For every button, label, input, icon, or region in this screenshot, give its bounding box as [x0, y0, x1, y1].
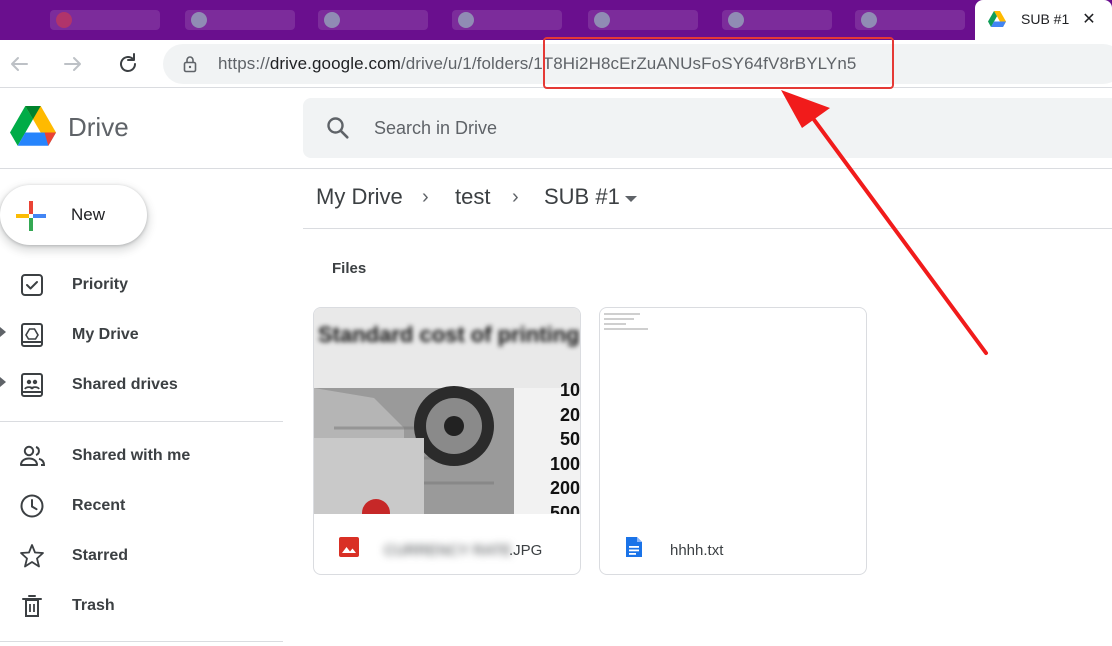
close-tab-icon[interactable]: ✕: [1078, 9, 1100, 31]
shared-with-me-icon: [20, 445, 46, 466]
thumbnail-heading: Standard cost of printing ca: [318, 322, 580, 347]
sidebar-item-label: Priority: [72, 276, 129, 293]
sidebar-item-label: Recent: [72, 497, 126, 514]
file-card-text[interactable]: hhhh.txt: [599, 307, 867, 575]
sidebar-item-shared-drives[interactable]: Shared drives: [0, 362, 283, 406]
forward-arrow-icon[interactable]: [59, 50, 87, 78]
browser-tab-blurred[interactable]: [452, 10, 562, 30]
new-button[interactable]: New: [0, 185, 147, 245]
expand-caret-icon[interactable]: [0, 327, 6, 337]
chevron-right-icon: ›: [512, 186, 519, 208]
search-input[interactable]: Search in Drive: [374, 118, 497, 139]
sidebar-divider: [0, 421, 283, 422]
breadcrumb-test[interactable]: test: [455, 184, 490, 210]
thumbnail-value: 200: [549, 478, 580, 498]
browser-tab-blurred[interactable]: [185, 10, 295, 30]
sidebar-item-label: Shared drives: [72, 376, 178, 393]
thumbnail-value: 20: [559, 404, 580, 425]
screen: SUB #1 ✕ https://drive.google.com/drive/…: [0, 0, 1112, 646]
thumbnail-value: 100: [549, 453, 580, 474]
sidebar-item-label: Starred: [72, 547, 129, 564]
drive-header: Drive Search in Drive: [0, 88, 1112, 169]
text-preview: [604, 313, 664, 333]
sidebar-divider: [0, 641, 283, 642]
app-name: Drive: [68, 112, 129, 142]
browser-tab-blurred[interactable]: [722, 10, 832, 30]
tab-title: SUB #1: [1021, 11, 1070, 27]
tab-favicon-icon: [728, 12, 744, 28]
breadcrumb-current-folder[interactable]: SUB #1: [544, 184, 620, 210]
thumbnail-value: 500: [549, 502, 580, 515]
url-path: /drive/u/1/folders/: [400, 54, 534, 73]
url-scheme: https://: [218, 54, 270, 73]
sidebar-item-shared-with-me[interactable]: Shared with me: [0, 433, 283, 477]
clock-icon: [20, 494, 44, 518]
browser-tab-blurred[interactable]: [318, 10, 428, 30]
google-drive-logo-icon[interactable]: [10, 106, 56, 148]
browser-tab-strip: SUB #1 ✕: [0, 0, 1112, 40]
sidebar-item-label: My Drive: [72, 326, 139, 343]
back-arrow-icon[interactable]: [5, 50, 33, 78]
browser-tab-blurred[interactable]: [855, 10, 965, 30]
file-card-footer: hhhh.txt: [600, 514, 866, 574]
google-drive-favicon-icon: [988, 11, 1006, 27]
file-thumbnail: [600, 308, 866, 514]
star-icon: [20, 544, 44, 568]
sidebar-item-label: Trash: [72, 597, 115, 614]
tab-favicon-icon: [56, 12, 72, 28]
search-bar[interactable]: Search in Drive: [303, 98, 1112, 158]
caret-down-icon[interactable]: [625, 196, 637, 202]
file-name[interactable]: hhhh.txt: [670, 542, 723, 559]
sidebar-item-my-drive[interactable]: My Drive: [0, 312, 283, 356]
file-name[interactable]: .JPG: [509, 542, 542, 559]
search-icon[interactable]: [325, 115, 351, 141]
breadcrumb-my-drive[interactable]: My Drive: [316, 184, 403, 210]
document-file-icon: [626, 537, 642, 557]
tab-favicon-icon: [191, 12, 207, 28]
thumbnail-value-list: 10 20 50 100 200 500: [512, 378, 580, 514]
reload-icon[interactable]: [114, 50, 142, 78]
file-card-image[interactable]: Standard cost of printing ca 10 20 50 10…: [313, 307, 581, 575]
browser-tab-active[interactable]: SUB #1 ✕: [975, 0, 1112, 40]
tab-favicon-icon: [861, 12, 877, 28]
priority-icon: [21, 274, 43, 296]
files-section-label: Files: [332, 260, 367, 277]
plus-icon: [16, 201, 46, 231]
my-drive-icon: [21, 323, 43, 347]
expand-caret-icon[interactable]: [0, 377, 6, 387]
sidebar-item-starred[interactable]: Starred: [0, 533, 283, 577]
tab-favicon-icon: [594, 12, 610, 28]
sidebar-item-priority[interactable]: Priority: [0, 262, 283, 306]
url-host: drive.google.com: [269, 54, 401, 73]
file-name-blurred: CURRENCY RATE: [384, 542, 512, 559]
file-thumbnail: Standard cost of printing ca 10 20 50 10…: [314, 308, 580, 514]
main-divider: [303, 228, 1112, 229]
lock-icon[interactable]: [181, 55, 199, 73]
folder-id-highlight-box: [543, 37, 894, 89]
new-button-label: New: [71, 205, 106, 224]
browser-tab-blurred[interactable]: [588, 10, 698, 30]
tab-favicon-icon: [324, 12, 340, 28]
thumbnail-value: 10: [559, 380, 580, 400]
sidebar-item-recent[interactable]: Recent: [0, 483, 283, 527]
sidebar-item-label: Shared with me: [72, 447, 191, 464]
chevron-right-icon: ›: [422, 186, 429, 208]
image-file-icon: [339, 537, 359, 557]
file-card-footer: CURRENCY RATE .JPG: [314, 514, 580, 574]
trash-icon: [22, 595, 42, 617]
shared-drives-icon: [21, 373, 43, 397]
sidebar-item-trash[interactable]: Trash: [0, 583, 283, 627]
browser-tab-blurred[interactable]: [50, 10, 160, 30]
thumbnail-value: 50: [559, 429, 580, 449]
tab-favicon-icon: [458, 12, 474, 28]
